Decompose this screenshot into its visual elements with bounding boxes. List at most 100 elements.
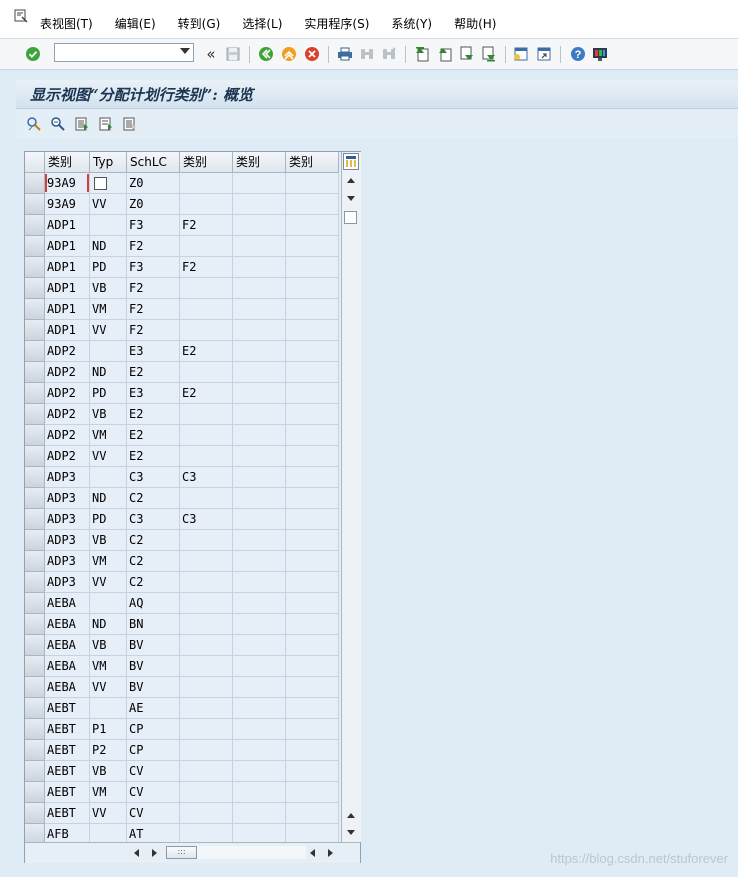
first-page-icon[interactable] xyxy=(413,45,431,63)
table-cell[interactable]: VV xyxy=(90,194,127,215)
table-cell[interactable] xyxy=(286,614,339,635)
table-cell[interactable]: ADP1 xyxy=(45,257,90,278)
table-cell[interactable]: VV xyxy=(90,320,127,341)
table-cell[interactable] xyxy=(233,194,286,215)
table-cell[interactable] xyxy=(90,173,127,194)
table-cell[interactable] xyxy=(233,614,286,635)
table-cell[interactable] xyxy=(180,173,233,194)
menu-item-6[interactable]: 帮助(H) xyxy=(454,15,496,32)
table-cell[interactable] xyxy=(233,425,286,446)
table-cell[interactable]: CV xyxy=(127,761,180,782)
row-selector[interactable] xyxy=(25,215,45,236)
row-selector[interactable] xyxy=(25,425,45,446)
table-cell[interactable] xyxy=(286,404,339,425)
table-cell[interactable] xyxy=(180,740,233,761)
table-cell[interactable] xyxy=(233,488,286,509)
table-cell[interactable] xyxy=(233,593,286,614)
table-cell[interactable] xyxy=(90,341,127,362)
table-cell[interactable] xyxy=(286,530,339,551)
table-cell[interactable] xyxy=(233,530,286,551)
table-cell[interactable]: E2 xyxy=(127,404,180,425)
table-cell[interactable]: ADP3 xyxy=(45,572,90,593)
table-cell[interactable] xyxy=(90,698,127,719)
menu-item-1[interactable]: 编辑(E) xyxy=(115,15,156,32)
table-cell[interactable] xyxy=(286,509,339,530)
table-cell[interactable] xyxy=(180,593,233,614)
command-field[interactable] xyxy=(54,43,194,62)
table-cell[interactable] xyxy=(233,740,286,761)
table-cell[interactable]: VV xyxy=(90,677,127,698)
table-cell[interactable] xyxy=(180,278,233,299)
table-cell[interactable] xyxy=(286,572,339,593)
table-cell[interactable]: VV xyxy=(90,572,127,593)
column-header-schlc[interactable]: SchLC xyxy=(127,152,180,172)
row-selector[interactable] xyxy=(25,299,45,320)
table-cell[interactable]: ADP2 xyxy=(45,383,90,404)
table-cell[interactable] xyxy=(233,404,286,425)
select-block-icon[interactable] xyxy=(97,115,115,133)
table-cell[interactable]: ADP2 xyxy=(45,446,90,467)
table-cell[interactable] xyxy=(233,257,286,278)
table-cell[interactable]: F3 xyxy=(127,215,180,236)
table-cell[interactable] xyxy=(180,488,233,509)
back-icon[interactable] xyxy=(257,45,275,63)
table-cell[interactable] xyxy=(233,719,286,740)
row-selector[interactable] xyxy=(25,446,45,467)
table-cell[interactable]: CV xyxy=(127,782,180,803)
table-cell[interactable] xyxy=(233,278,286,299)
table-cell[interactable]: C3 xyxy=(180,467,233,488)
table-cell[interactable] xyxy=(286,299,339,320)
table-cell[interactable] xyxy=(180,572,233,593)
table-cell[interactable]: AEBT xyxy=(45,782,90,803)
find-icon[interactable] xyxy=(358,45,376,63)
table-cell[interactable] xyxy=(180,719,233,740)
row-selector[interactable] xyxy=(25,593,45,614)
table-cell[interactable] xyxy=(233,215,286,236)
table-cell[interactable]: C3 xyxy=(127,467,180,488)
table-cell[interactable]: C2 xyxy=(127,530,180,551)
table-cell[interactable] xyxy=(286,425,339,446)
scroll-right-end-icon[interactable] xyxy=(328,849,333,857)
table-cell[interactable]: P2 xyxy=(90,740,127,761)
row-selector[interactable] xyxy=(25,719,45,740)
table-cell[interactable]: C3 xyxy=(180,509,233,530)
table-cell[interactable]: E2 xyxy=(127,446,180,467)
table-cell[interactable] xyxy=(180,698,233,719)
table-cell[interactable]: ADP1 xyxy=(45,236,90,257)
table-cell[interactable]: AQ xyxy=(127,593,180,614)
row-selector[interactable] xyxy=(25,257,45,278)
table-cell[interactable]: VB xyxy=(90,404,127,425)
table-cell[interactable] xyxy=(180,320,233,341)
table-cell[interactable]: E2 xyxy=(127,425,180,446)
table-cell[interactable] xyxy=(286,656,339,677)
table-cell[interactable] xyxy=(286,593,339,614)
column-header-category-2[interactable]: 类别 xyxy=(180,152,233,172)
table-cell[interactable] xyxy=(286,446,339,467)
next-page-icon[interactable] xyxy=(458,45,476,63)
row-selector[interactable] xyxy=(25,761,45,782)
table-cell[interactable]: VB xyxy=(90,530,127,551)
column-header-typ[interactable]: Typ xyxy=(90,152,127,172)
double-chevron-left-icon[interactable]: « xyxy=(202,45,220,63)
table-cell[interactable] xyxy=(180,362,233,383)
table-cell[interactable]: AEBT xyxy=(45,698,90,719)
menu-item-4[interactable]: 实用程序(S) xyxy=(304,15,369,32)
table-cell[interactable]: F2 xyxy=(127,236,180,257)
table-cell[interactable] xyxy=(286,782,339,803)
row-selector[interactable] xyxy=(25,782,45,803)
table-cell[interactable] xyxy=(233,362,286,383)
scroll-left-icon[interactable] xyxy=(134,849,139,857)
row-selector[interactable] xyxy=(25,236,45,257)
table-cell[interactable] xyxy=(233,803,286,824)
table-cell[interactable]: VM xyxy=(90,425,127,446)
row-selector[interactable] xyxy=(25,740,45,761)
table-cell[interactable]: BV xyxy=(127,677,180,698)
table-cell[interactable] xyxy=(233,320,286,341)
table-settings-icon[interactable] xyxy=(343,153,359,170)
row-selector[interactable] xyxy=(25,404,45,425)
display-change-icon[interactable] xyxy=(25,115,43,133)
table-cell[interactable] xyxy=(90,467,127,488)
table-cell[interactable]: F2 xyxy=(127,299,180,320)
table-cell[interactable] xyxy=(180,299,233,320)
table-cell[interactable] xyxy=(233,299,286,320)
